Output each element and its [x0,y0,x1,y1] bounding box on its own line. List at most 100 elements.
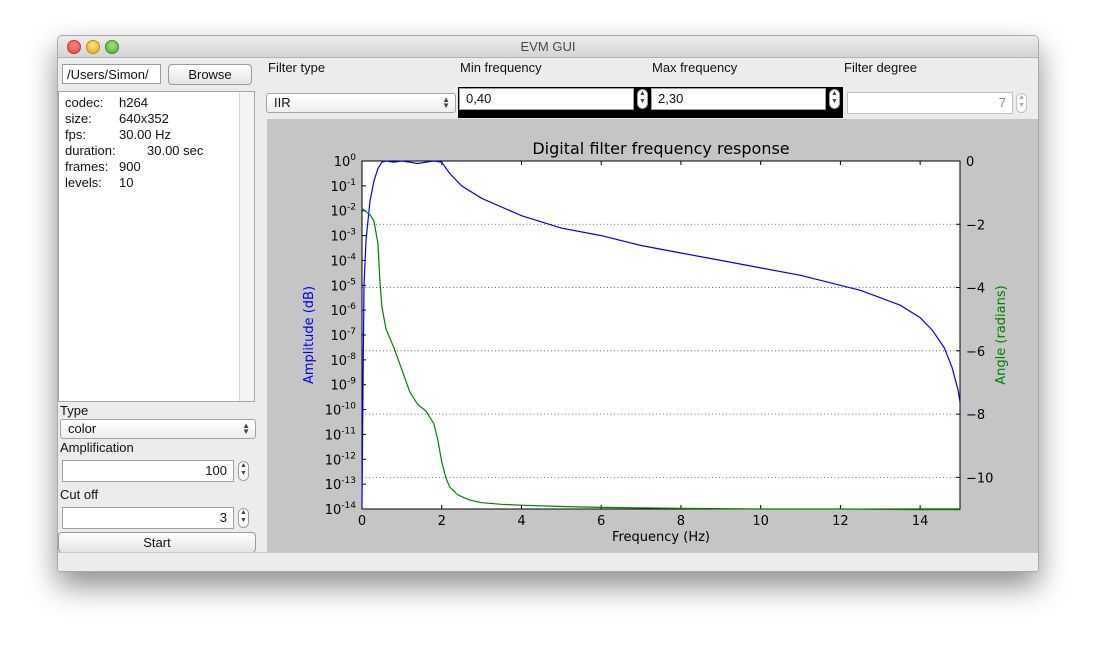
type-label: Type [60,403,89,418]
y-tick-label: 10-2 [330,203,356,220]
x-axis-label: Frequency (Hz) [612,530,710,545]
title-bar: EVM GUI [58,36,1038,58]
video-info-value: 10 [119,175,134,190]
y-tick-exponent: -9 [347,377,356,387]
y-tick-exponent: -5 [347,277,356,287]
y-tick-label: 10-7 [330,327,356,344]
y2-tick-label: −6 [966,345,985,360]
type-select[interactable]: color ▲ ▼ [60,419,256,439]
y-tick-exponent: -13 [341,476,356,486]
y-tick-base: 10 [325,453,342,468]
y-tick-label: 10-5 [330,277,356,294]
y-tick-label: 10-3 [330,228,356,245]
video-info-panel: codec: h264 size: 640x352 fps: 30.00 Hz durati… [58,91,255,402]
filter-degree-label: Filter degree [844,60,917,75]
status-bar [58,552,1038,571]
video-info-value: 30.00 sec [147,143,204,158]
amplification-stepper[interactable]: ▲ ▼ [238,461,249,481]
min-frequency-stepper[interactable]: ▲ ▼ [637,89,648,109]
info-scrollbar[interactable] [239,92,254,401]
window-title: EVM GUI [520,39,576,54]
video-info-key: fps: [65,127,86,142]
y-tick-base: 10 [325,478,342,493]
x-tick-label: 2 [438,514,446,529]
max-frequency-label: Max frequency [652,60,738,75]
video-info-key: levels: [65,175,102,190]
video-info-value: h264 [119,95,148,110]
video-info-key: codec: [65,95,104,110]
max-frequency-stepper[interactable]: ▲ ▼ [829,89,840,109]
video-info-value: 640x352 [119,111,169,126]
y2-tick-label: −8 [966,408,985,423]
min-frequency-label: Min frequency [460,60,542,75]
filter-degree-stepper[interactable]: ▲ ▼ [1016,93,1027,113]
video-info-key: frames: [65,159,109,174]
y-tick-exponent: -10 [341,402,356,412]
cutoff-input[interactable]: 3 [62,507,234,529]
y-tick-label: 10-6 [330,302,356,319]
y-tick-exponent: -12 [341,451,356,461]
y-tick-label: 10-9 [330,377,356,394]
y-tick-exponent: -8 [347,352,356,362]
plot-area: 0 2 4 6 8 10 12 14 100 10-1 10-2 10-3 10-4 10-5 10-6 10… [267,119,1038,553]
main-window: EVM GUI /Users/Simon/ Browse codec: h264 s… [57,35,1039,572]
browse-button[interactable]: Browse [168,64,252,85]
y-tick-label: 10-11 [325,426,356,443]
y-tick-base: 10 [330,230,347,245]
y-tick-base: 10 [325,428,342,443]
min-frequency-input[interactable]: 0,40 [459,88,634,110]
amplification-input[interactable]: 100 [62,460,234,482]
x-tick-label: 14 [912,514,929,529]
y-tick-label: 10-14 [325,501,357,518]
y-tick-exponent: -6 [347,302,356,312]
y-tick-exponent: 0 [350,153,356,163]
y-tick-exponent: -2 [347,203,356,213]
chart-title: Digital filter frequency response [532,139,789,158]
x-tick-label: 6 [597,514,605,529]
select-arrows-icon: ▲ ▼ [242,421,250,436]
filter-degree-input[interactable]: 7 [847,92,1013,114]
y-axis-label: Amplitude (dB) [302,286,317,384]
y-tick-label: 10-12 [325,451,356,468]
video-info-value: 900 [119,159,141,174]
y-tick-exponent: -14 [341,501,356,511]
select-arrows-icon: ▲ ▼ [442,95,450,110]
type-select-value: color [68,421,97,436]
y-tick-label: 10-13 [325,476,356,493]
y-tick-label: 10-8 [330,352,356,369]
video-path-field[interactable]: /Users/Simon/ [62,64,161,84]
max-frequency-input[interactable]: 2,30 [651,88,826,110]
x-tick-label: 10 [752,514,769,529]
y-tick-base: 10 [330,354,347,369]
filter-type-label: Filter type [268,60,326,75]
y2-tick-label: −4 [966,282,985,297]
x-tick-label: 12 [832,514,849,529]
y-tick-exponent: -1 [347,178,356,188]
video-info-key: size: [65,111,92,126]
y-tick-base: 10 [334,155,351,170]
y-tick-exponent: -7 [347,327,356,337]
y2-tick-label: −2 [966,218,985,233]
y-tick-base: 10 [330,180,347,195]
y-tick-base: 10 [330,379,347,394]
x-tick-label: 8 [677,514,685,529]
y-tick-label: 10-1 [330,178,356,195]
y-tick-base: 10 [325,404,342,419]
cutoff-label: Cut off [60,487,99,502]
y-tick-label: 10-4 [330,252,356,269]
y-tick-exponent: -3 [347,228,356,238]
y-tick-label: 100 [334,153,357,170]
y-tick-exponent: -11 [341,426,356,436]
video-info-value: 30.00 Hz [119,127,172,142]
y-tick-base: 10 [330,304,347,319]
filter-type-select[interactable]: IIR ▲ ▼ [266,93,456,113]
cutoff-stepper[interactable]: ▲ ▼ [238,508,249,528]
y-tick-label: 10-10 [325,402,357,419]
video-info-key: duration: [65,143,116,158]
start-button[interactable]: Start [58,532,256,553]
y2-tick-label: 0 [966,155,974,170]
y2-tick-label: −10 [966,471,993,486]
plot-frame [361,160,961,510]
y-tick-base: 10 [325,503,342,518]
frequency-response-chart: 0 2 4 6 8 10 12 1410010-110-210-310-410-510-610… [302,139,1009,545]
